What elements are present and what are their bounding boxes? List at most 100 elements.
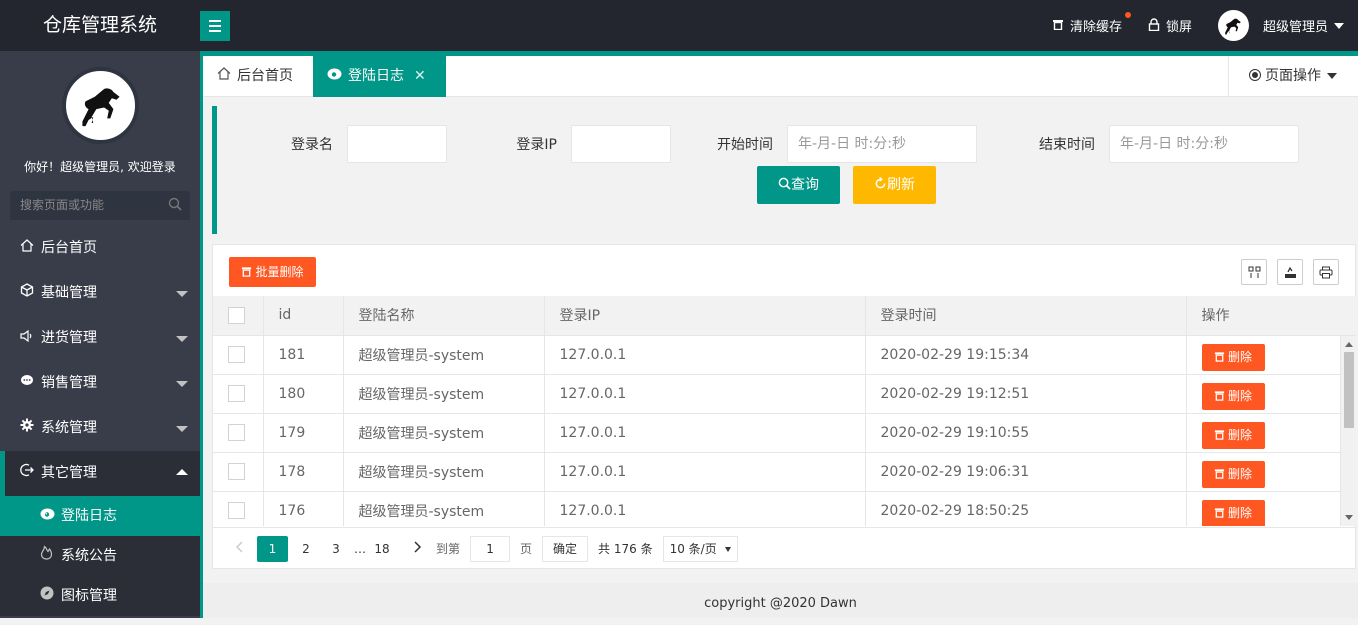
user-menu[interactable]: 超级管理员 [1217, 10, 1344, 41]
total-count: 共 176 条 [598, 542, 653, 556]
delete-button[interactable]: 删除 [1201, 344, 1265, 371]
search-panel: 登录名 登录IP 开始时间 年-月-日 时:分:秒 结束时间 年-月-日 时:分… [212, 106, 1356, 234]
sidebar-item-system[interactable]: 系统管理 [0, 406, 200, 451]
prev-page-button[interactable] [227, 536, 251, 562]
row-ip: 127.0.0.1 [544, 335, 866, 375]
tab-login-log[interactable]: 登陆日志 ✕ [313, 56, 446, 97]
sidebar-search-input[interactable]: 搜索页面或功能 [10, 191, 190, 220]
chevron-up-icon [176, 469, 188, 475]
sidebar-search-placeholder: 搜索页面或功能 [20, 198, 105, 212]
column-header: 操作 [1186, 296, 1340, 336]
clear-cache-button[interactable]: 清除缓存 [1052, 12, 1131, 35]
row-name: 超级管理员-system [343, 374, 545, 414]
lock-screen-label: 锁屏 [1165, 20, 1192, 35]
select-all-checkbox[interactable] [228, 306, 245, 324]
scroll-thumb[interactable] [1344, 352, 1354, 428]
hamburger-icon [209, 20, 221, 22]
close-icon[interactable]: ✕ [414, 68, 426, 84]
menu-toggle-button[interactable] [200, 11, 230, 41]
notification-dot [1124, 12, 1131, 18]
sidebar-item-home[interactable]: 后台首页 [0, 226, 200, 271]
sidebar-item-purchase[interactable]: 进货管理 [0, 316, 200, 361]
row-ip: 127.0.0.1 [544, 374, 866, 414]
sidebar-item-icon-manage[interactable]: 图标管理 [0, 576, 200, 616]
page-number[interactable]: 3 [324, 536, 348, 562]
login-name-field: 登录名 [277, 125, 447, 163]
lock-screen-button[interactable]: 锁屏 [1148, 16, 1192, 35]
query-button[interactable]: 查询 [757, 166, 840, 204]
trash-icon [1214, 428, 1228, 442]
scroll-down-icon[interactable] [1345, 515, 1353, 520]
footer: copyright @2020 Dawn [203, 583, 1358, 618]
table-row: 179 超级管理员-system 127.0.0.1 2020-02-29 19… [213, 413, 1340, 453]
page-number[interactable]: 1 [257, 535, 288, 562]
page-ops-dropdown[interactable]: 页面操作 [1228, 56, 1358, 97]
app-title: 仓库管理系统 [42, 14, 157, 36]
lock-icon [1148, 17, 1160, 34]
start-time-input[interactable]: 年-月-日 时:分:秒 [787, 125, 977, 163]
column-header[interactable]: 登录时间 [865, 296, 1187, 336]
sidebar-item-basic[interactable]: 基础管理 [0, 271, 200, 316]
eye-icon [327, 68, 342, 84]
sidebar-item-other[interactable]: 其它管理 [0, 451, 200, 496]
row-time: 2020-02-29 19:10:55 [865, 413, 1187, 453]
chevron-down-icon [1327, 73, 1337, 79]
row-time: 2020-02-29 19:15:34 [865, 335, 1187, 375]
trash-icon [1214, 467, 1228, 481]
login-ip-input[interactable] [571, 125, 671, 163]
goto-confirm-button[interactable]: 确定 [542, 535, 589, 562]
page-number[interactable]: 2 [294, 536, 318, 562]
delete-button[interactable]: 删除 [1201, 422, 1265, 449]
login-ip-field: 登录IP [501, 125, 671, 163]
sidebar-item-sales[interactable]: 销售管理 [0, 361, 200, 406]
tab-home[interactable]: 后台首页 [203, 56, 313, 97]
row-checkbox[interactable] [228, 424, 245, 441]
delete-button[interactable]: 删除 [1201, 383, 1265, 410]
columns-filter-button[interactable] [1241, 259, 1267, 285]
scroll-up-icon[interactable] [1345, 342, 1353, 347]
horse-icon [1225, 18, 1242, 34]
login-name-input[interactable] [347, 125, 447, 163]
row-time: 2020-02-29 19:06:31 [865, 452, 1187, 492]
sidebar-nav: 后台首页 基础管理 进货管理 销售管理 系统管理 其它管理 登陆日志 系统公告 … [0, 226, 200, 616]
goto-page-input[interactable]: 1 [470, 535, 511, 562]
end-time-input[interactable]: 年-月-日 时:分:秒 [1109, 125, 1299, 163]
page-size-select[interactable]: 10 条/页 [662, 535, 738, 562]
speaker-icon [20, 316, 38, 361]
trash-icon [1214, 389, 1228, 403]
chevron-down-icon [176, 291, 188, 297]
table-scrollbar[interactable] [1340, 336, 1356, 526]
row-checkbox[interactable] [228, 346, 245, 363]
row-checkbox[interactable] [228, 385, 245, 402]
next-page-button[interactable] [406, 536, 430, 562]
row-checkbox[interactable] [228, 502, 245, 519]
chevron-down-icon [176, 336, 188, 342]
delete-button[interactable]: 删除 [1201, 500, 1265, 526]
column-header[interactable]: 登陆名称 [343, 296, 545, 336]
row-time: 2020-02-29 19:12:51 [865, 374, 1187, 414]
trash-icon [1214, 350, 1228, 364]
row-id: 181 [263, 335, 344, 375]
row-id: 176 [263, 491, 344, 526]
copyright-text: copyright @2020 Dawn [704, 596, 857, 611]
trash-icon [1214, 506, 1228, 520]
page-ellipsis: … [354, 541, 366, 556]
column-header[interactable]: id [263, 296, 344, 336]
column-header[interactable]: 登录IP [544, 296, 866, 336]
search-icon [168, 197, 182, 211]
row-id: 178 [263, 452, 344, 492]
refresh-button[interactable]: 刷新 [853, 166, 936, 204]
sidebar-item-announcement[interactable]: 系统公告 [0, 536, 200, 576]
table-row: 181 超级管理员-system 127.0.0.1 2020-02-29 19… [213, 335, 1340, 375]
batch-delete-button[interactable]: 批量删除 [229, 257, 316, 287]
delete-button[interactable]: 删除 [1201, 461, 1265, 488]
sidebar-item-login-log[interactable]: 登陆日志 [0, 496, 200, 536]
page-number[interactable]: 18 [370, 536, 394, 562]
goto-label: 到第 [436, 542, 461, 556]
row-checkbox[interactable] [228, 463, 245, 480]
chat-icon [20, 361, 38, 406]
print-button[interactable] [1313, 259, 1339, 285]
chevron-left-icon [235, 540, 243, 553]
data-table: id 登陆名称 登录IP 登录时间 操作 181 超级管理员-system 12… [213, 296, 1340, 526]
export-button[interactable] [1277, 259, 1303, 285]
